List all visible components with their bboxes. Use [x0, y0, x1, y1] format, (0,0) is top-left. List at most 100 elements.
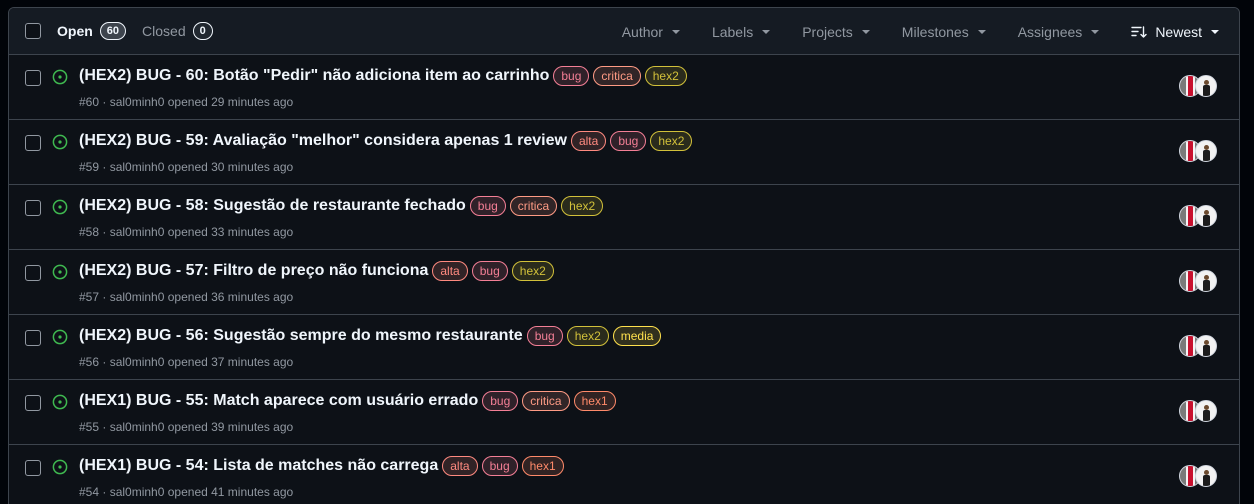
issue-author[interactable]: sal0minh0 — [110, 225, 165, 239]
issue-checkbox[interactable] — [25, 135, 41, 151]
label-badge-bug[interactable]: bug — [471, 261, 508, 281]
issue-number[interactable]: #56 — [79, 355, 99, 369]
label-badge-critica[interactable]: critica — [522, 391, 570, 411]
label-badge-alta[interactable]: alta — [442, 456, 478, 476]
label-badge-critica[interactable]: critica — [593, 66, 641, 86]
label-badge-hex2[interactable]: hex2 — [644, 66, 687, 86]
issue-meta: #59 · sal0minh0 opened 30 minutes ago — [79, 160, 293, 174]
avatar[interactable] — [1195, 75, 1217, 97]
assignee-avatars[interactable] — [1179, 75, 1221, 99]
issue-number[interactable]: #58 — [79, 225, 99, 239]
avatar[interactable] — [1195, 400, 1217, 422]
projects-filter[interactable]: Projects — [802, 24, 870, 40]
label-badge-bug[interactable]: bug — [526, 326, 563, 346]
filter-bar: Author Labels Projects Milestones Assign… — [622, 8, 1239, 55]
avatar[interactable] — [1195, 140, 1217, 162]
label-badge-hex1[interactable]: hex1 — [521, 456, 564, 476]
milestones-filter[interactable]: Milestones — [902, 24, 986, 40]
issue-title[interactable]: (HEX2) BUG - 58: Sugestão de restaurante… — [79, 197, 466, 215]
meta-separator: · — [99, 225, 110, 239]
issue-checkbox[interactable] — [25, 200, 41, 216]
issue-row[interactable]: (HEX2) BUG - 58: Sugestão de restaurante… — [9, 185, 1239, 250]
issue-open-icon — [52, 69, 68, 85]
label-badge-bug[interactable]: bug — [482, 391, 519, 411]
author-filter[interactable]: Author — [622, 24, 680, 40]
issue-row[interactable]: (HEX1) BUG - 54: Lista de matches não ca… — [9, 445, 1239, 504]
issue-author[interactable]: sal0minh0 — [110, 95, 165, 109]
labels-filter[interactable]: Labels — [712, 24, 771, 40]
issue-checkbox[interactable] — [25, 460, 41, 476]
sort-label: Newest — [1155, 23, 1202, 40]
label-badge-hex2[interactable]: hex2 — [561, 196, 604, 216]
issue-row[interactable]: (HEX1) BUG - 55: Match aparece com usuár… — [9, 380, 1239, 445]
label-badge-hex2[interactable]: hex2 — [566, 326, 609, 346]
issue-author[interactable]: sal0minh0 — [110, 290, 165, 304]
issue-row[interactable]: (HEX2) BUG - 59: Avaliação "melhor" cons… — [9, 120, 1239, 185]
closed-issues-tab[interactable]: Closed 0 — [142, 22, 213, 40]
meta-separator: · — [99, 95, 110, 109]
issue-number[interactable]: #54 — [79, 485, 99, 499]
issue-title[interactable]: (HEX1) BUG - 55: Match aparece com usuár… — [79, 392, 478, 410]
issue-title[interactable]: (HEX2) BUG - 57: Filtro de preço não fun… — [79, 262, 428, 280]
avatar[interactable] — [1195, 270, 1217, 292]
issue-open-icon — [52, 264, 68, 280]
issue-title[interactable]: (HEX2) BUG - 60: Botão "Pedir" não adici… — [79, 67, 549, 85]
assignee-avatars[interactable] — [1179, 400, 1221, 424]
issue-author[interactable]: sal0minh0 — [110, 355, 165, 369]
meta-separator: · — [99, 485, 110, 499]
chevron-down-icon — [1091, 29, 1100, 34]
label-badge-hex2[interactable]: hex2 — [650, 131, 693, 151]
issue-checkbox[interactable] — [25, 395, 41, 411]
label-badge-bug[interactable]: bug — [553, 66, 590, 86]
assignee-avatars[interactable] — [1179, 335, 1221, 359]
open-issues-tab[interactable]: Open 60 — [57, 22, 127, 40]
issue-title-line: (HEX2) BUG - 59: Avaliação "melhor" cons… — [79, 131, 693, 151]
issue-labels: alta bug hex1 — [438, 456, 564, 476]
issue-number[interactable]: #59 — [79, 160, 99, 174]
issue-author[interactable]: sal0minh0 — [110, 420, 165, 434]
label-badge-hex2[interactable]: hex2 — [511, 261, 554, 281]
issue-checkbox[interactable] — [25, 70, 41, 86]
label-badge-critica[interactable]: critica — [509, 196, 558, 216]
chevron-down-icon — [861, 29, 870, 34]
label-badge-bug[interactable]: bug — [469, 196, 506, 216]
issue-author[interactable]: sal0minh0 — [110, 160, 165, 174]
issue-checkbox[interactable] — [25, 330, 41, 346]
issue-title[interactable]: (HEX2) BUG - 56: Sugestão sempre do mesm… — [79, 327, 523, 345]
assignee-avatars[interactable] — [1179, 270, 1221, 294]
assignee-avatars[interactable] — [1179, 205, 1221, 229]
closed-count-badge: 0 — [192, 22, 213, 40]
assignees-filter[interactable]: Assignees — [1018, 24, 1100, 40]
avatar[interactable] — [1195, 335, 1217, 357]
issue-row[interactable]: (HEX2) BUG - 57: Filtro de preço não fun… — [9, 250, 1239, 315]
label-badge-alta[interactable]: alta — [570, 131, 607, 151]
avatar[interactable] — [1195, 205, 1217, 227]
label-badge-bug[interactable]: bug — [610, 131, 647, 151]
issue-opened-time: opened 36 minutes ago — [167, 290, 294, 304]
assignee-avatars[interactable] — [1179, 140, 1221, 164]
label-badge-bug[interactable]: bug — [481, 456, 518, 476]
issue-row[interactable]: (HEX2) BUG - 60: Botão "Pedir" não adici… — [9, 55, 1239, 120]
select-all-checkbox[interactable] — [25, 23, 41, 39]
issue-meta: #58 · sal0minh0 opened 33 minutes ago — [79, 225, 293, 239]
label-badge-hex1[interactable]: hex1 — [573, 391, 616, 411]
label-badge-alta[interactable]: alta — [432, 261, 468, 281]
label-badge-media[interactable]: media — [612, 326, 662, 346]
sort-dropdown[interactable]: Newest — [1131, 24, 1219, 40]
issue-number[interactable]: #55 — [79, 420, 99, 434]
issue-number[interactable]: #57 — [79, 290, 99, 304]
issue-open-icon — [52, 134, 68, 150]
issue-title[interactable]: (HEX2) BUG - 59: Avaliação "melhor" cons… — [79, 132, 567, 150]
issue-number[interactable]: #60 — [79, 95, 99, 109]
issue-checkbox[interactable] — [25, 265, 41, 281]
issue-title[interactable]: (HEX1) BUG - 54: Lista de matches não ca… — [79, 457, 438, 475]
issue-labels: bug critica hex2 — [466, 196, 604, 216]
avatar[interactable] — [1195, 465, 1217, 487]
chevron-down-icon — [977, 29, 986, 34]
issue-meta: #56 · sal0minh0 opened 37 minutes ago — [79, 355, 293, 369]
assignee-avatars[interactable] — [1179, 465, 1221, 489]
issue-title-line: (HEX1) BUG - 54: Lista de matches não ca… — [79, 456, 564, 476]
issue-author[interactable]: sal0minh0 — [110, 485, 165, 499]
issue-rows: (HEX2) BUG - 60: Botão "Pedir" não adici… — [9, 55, 1239, 504]
issue-row[interactable]: (HEX2) BUG - 56: Sugestão sempre do mesm… — [9, 315, 1239, 380]
